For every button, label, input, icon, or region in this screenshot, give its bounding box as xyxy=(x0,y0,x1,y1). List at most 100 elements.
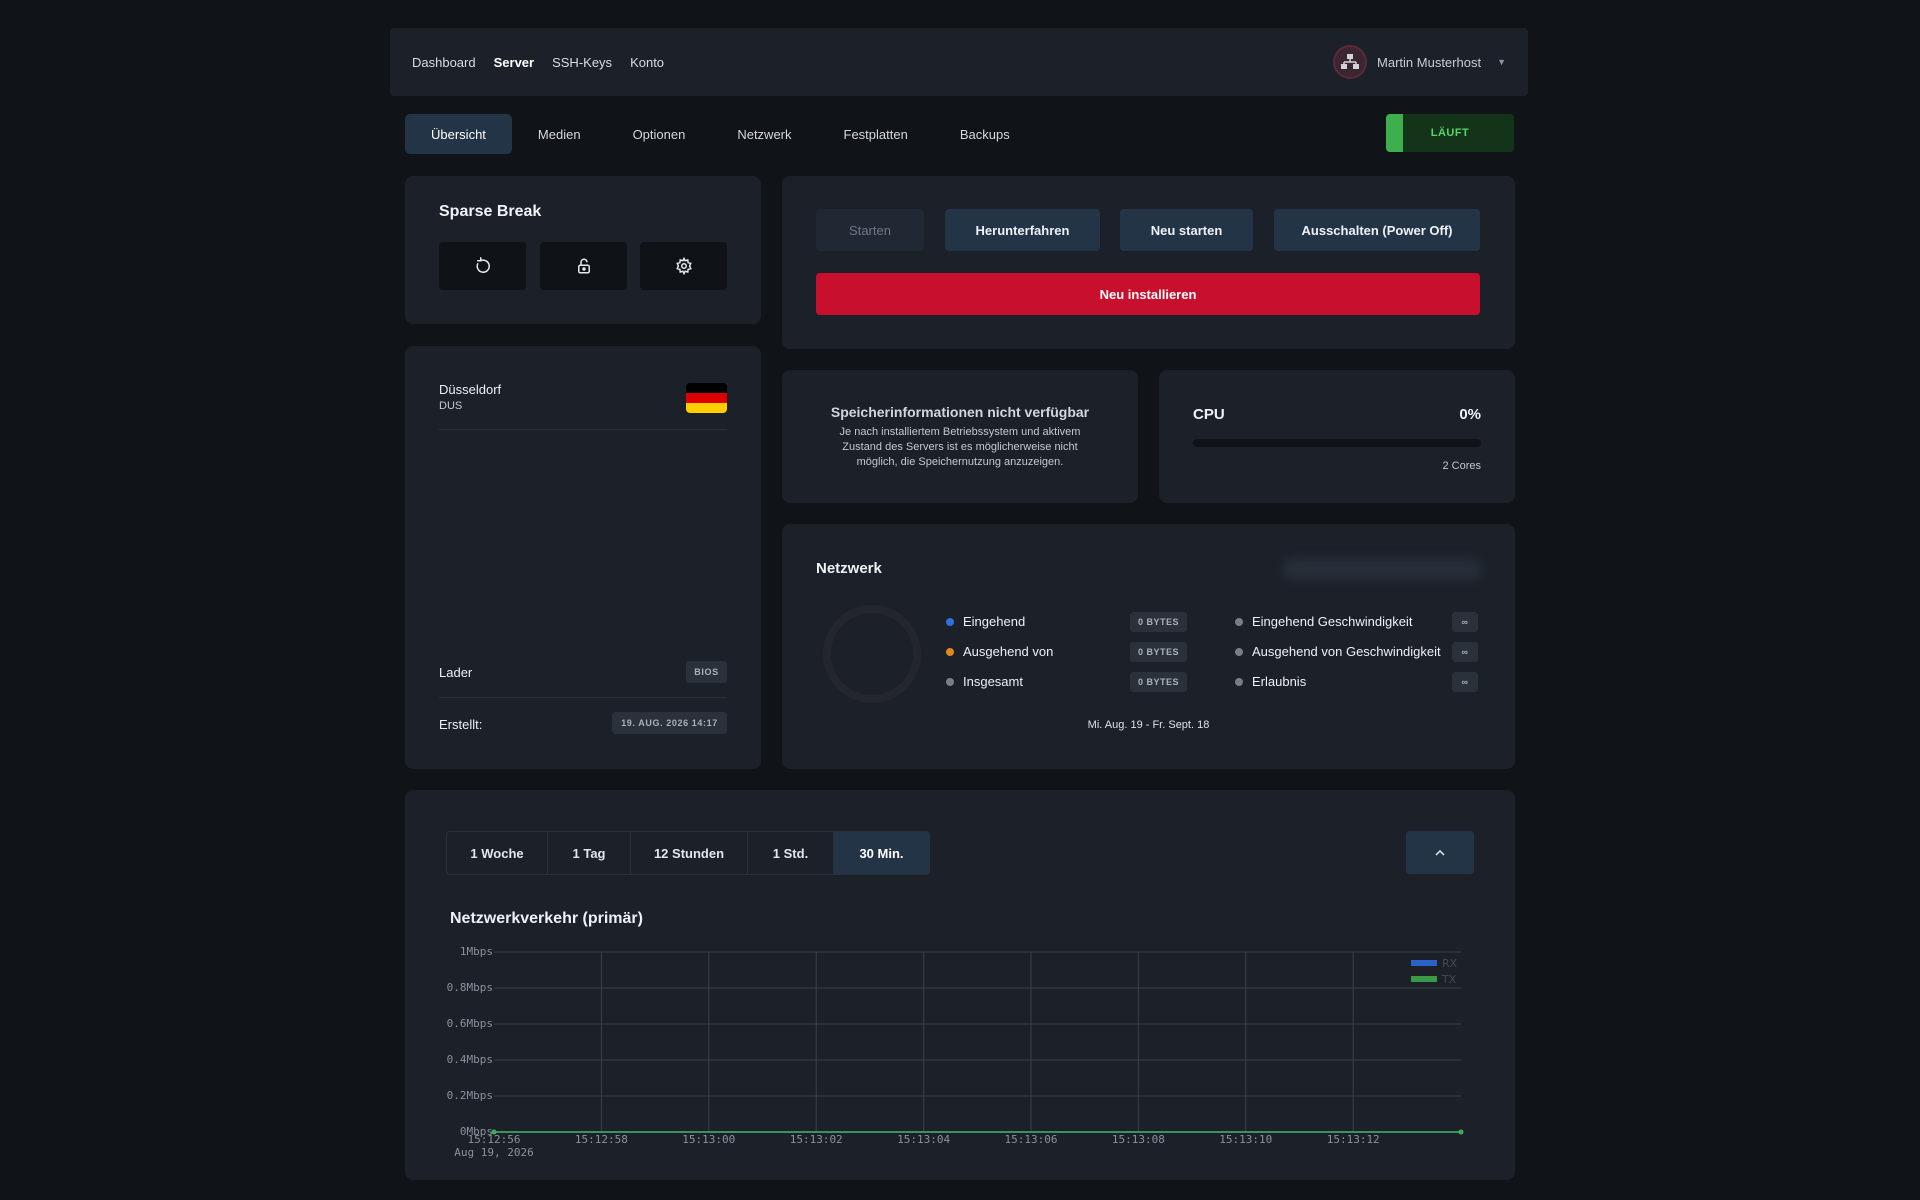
data-point xyxy=(1458,1129,1464,1135)
status-indicator xyxy=(1386,114,1403,152)
legend-label: Eingehend xyxy=(963,614,1026,629)
user-name: Martin Musterhost xyxy=(1377,54,1482,70)
legend-erlaubnis: Erlaubnis xyxy=(1235,674,1306,689)
germany-flag-icon xyxy=(686,383,727,413)
tab-backups[interactable]: Backups xyxy=(934,114,1036,154)
created-label: Erstellt: xyxy=(439,717,483,732)
server-tabs: Übersicht Medien Optionen Netzwerk Festp… xyxy=(405,114,1036,154)
value-badge: ∞ xyxy=(1452,612,1478,632)
reinstall-button[interactable]: Neu installieren xyxy=(816,273,1480,315)
cpu-label: CPU xyxy=(1193,406,1225,423)
x-tick-label: 15:13:04 xyxy=(897,1133,950,1146)
legend-ausgehend: Ausgehend von xyxy=(946,644,1053,659)
top-navigation: Dashboard Server SSH-Keys Konto Martin M… xyxy=(390,28,1528,96)
y-tick-label: 0.2Mbps xyxy=(447,1089,493,1102)
created-badge: 19. AUG. 2026 14:17 xyxy=(612,712,727,734)
legend-in-speed: Eingehend Geschwindigkeit xyxy=(1235,614,1412,629)
x-tick-label: 15:12:56 xyxy=(468,1133,521,1146)
traffic-donut-chart xyxy=(823,605,921,703)
nav-konto[interactable]: Konto xyxy=(630,55,664,70)
divider xyxy=(439,429,727,430)
user-menu[interactable]: Martin Musterhost ▼ xyxy=(1333,28,1506,96)
legend-dot xyxy=(946,677,954,686)
legend-dot xyxy=(1235,647,1243,656)
x-tick-label: 15:13:10 xyxy=(1219,1133,1272,1146)
poweroff-button[interactable]: Ausschalten (Power Off) xyxy=(1274,209,1480,251)
tab-festplatten[interactable]: Festplatten xyxy=(818,114,934,154)
reset-icon xyxy=(475,257,490,273)
network-card: Netzwerk Eingehend 0 BYTES Ausgehend von… xyxy=(782,524,1515,769)
legend-label: TX xyxy=(1441,973,1457,986)
x-tick-label: 15:13:12 xyxy=(1327,1133,1380,1146)
reset-button[interactable] xyxy=(439,242,526,290)
legend-dot xyxy=(946,617,954,626)
tab-optionen[interactable]: Optionen xyxy=(607,114,712,154)
location-code: DUS xyxy=(439,400,463,412)
cpu-cores: 2 Cores xyxy=(1442,460,1481,472)
legend-out-speed: Ausgehend von Geschwindigkeit xyxy=(1235,644,1441,659)
divider xyxy=(439,697,727,698)
traffic-card: 1 Woche 1 Tag 12 Stunden 1 Std. 30 Min. … xyxy=(405,790,1515,1180)
legend-insgesamt: Insgesamt xyxy=(946,674,1023,689)
legend-label: Insgesamt xyxy=(963,674,1023,689)
flag-stripe-red xyxy=(686,393,727,403)
value-badge: 0 BYTES xyxy=(1130,612,1187,632)
network-period: Mi. Aug. 19 - Fr. Sept. 18 xyxy=(1087,719,1210,731)
legend-eingehend: Eingehend xyxy=(946,614,1025,629)
y-tick-label: 0.4Mbps xyxy=(447,1053,493,1066)
gear-icon xyxy=(675,257,692,275)
x-date-label: Aug 19, 2026 xyxy=(454,1146,533,1159)
value-badge: 0 BYTES xyxy=(1130,642,1187,662)
nav-dashboard[interactable]: Dashboard xyxy=(412,55,476,70)
location-city: Düsseldorf xyxy=(439,382,502,397)
legend-swatch xyxy=(1411,960,1437,966)
flag-stripe-gold xyxy=(686,403,727,413)
y-tick-label: 0.8Mbps xyxy=(447,981,493,994)
nav-links: Dashboard Server SSH-Keys Konto xyxy=(412,28,664,96)
status-badge: LÄUFT xyxy=(1386,114,1514,152)
legend-label: Erlaubnis xyxy=(1252,674,1307,689)
legend-label: Ausgehend von Geschwindigkeit xyxy=(1252,644,1441,659)
legend-swatch xyxy=(1411,976,1437,982)
lock-button[interactable] xyxy=(540,242,627,290)
shutdown-button[interactable]: Herunterfahren xyxy=(945,209,1100,251)
x-tick-label: 15:13:00 xyxy=(682,1133,735,1146)
tab-medien[interactable]: Medien xyxy=(512,114,607,154)
server-card: Sparse Break xyxy=(405,176,761,324)
legend-label: Ausgehend von xyxy=(963,644,1054,659)
x-tick-label: 15:12:58 xyxy=(575,1133,628,1146)
y-tick-label: 0.6Mbps xyxy=(447,1017,493,1030)
nav-ssh-keys[interactable]: SSH-Keys xyxy=(552,55,612,70)
storage-description: Je nach installiertem Betriebssystem und… xyxy=(839,426,1081,468)
value-badge: ∞ xyxy=(1452,642,1478,662)
redacted-ip xyxy=(1282,558,1482,580)
legend-dot xyxy=(1235,617,1243,626)
x-tick-label: 15:13:06 xyxy=(1005,1133,1058,1146)
tab-uebersicht[interactable]: Übersicht xyxy=(405,114,512,154)
power-card: Starten Herunterfahren Neu starten Aussc… xyxy=(782,176,1515,349)
legend-label: Eingehend Geschwindigkeit xyxy=(1252,614,1413,629)
server-name: Sparse Break xyxy=(439,203,542,220)
legend-label: RX xyxy=(1442,957,1458,970)
y-tick-label: 1Mbps xyxy=(460,945,493,958)
cpu-value: 0% xyxy=(1459,406,1481,423)
chevron-down-icon: ▼ xyxy=(1497,57,1506,67)
lock-icon xyxy=(577,258,590,274)
value-badge: 0 BYTES xyxy=(1130,672,1187,692)
legend-dot xyxy=(946,647,954,656)
avatar xyxy=(1333,45,1368,79)
value-badge: ∞ xyxy=(1452,672,1478,692)
settings-button[interactable] xyxy=(640,242,727,290)
nav-server[interactable]: Server xyxy=(494,55,534,70)
storage-card: Speicherinformationen nicht verfügbar Je… xyxy=(782,370,1138,503)
location-card: Düsseldorf DUS Lader BIOS Erstellt: 19. … xyxy=(405,346,761,769)
cpu-card: CPU 0% 2 Cores xyxy=(1159,370,1515,503)
cpu-progress-bar xyxy=(1193,439,1481,447)
x-tick-label: 15:13:08 xyxy=(1112,1133,1165,1146)
legend-dot xyxy=(1235,677,1243,686)
restart-button[interactable]: Neu starten xyxy=(1120,209,1253,251)
network-title: Netzwerk xyxy=(816,560,882,577)
start-button[interactable]: Starten xyxy=(816,209,924,251)
data-point xyxy=(491,1129,497,1135)
tab-netzwerk[interactable]: Netzwerk xyxy=(711,114,817,154)
